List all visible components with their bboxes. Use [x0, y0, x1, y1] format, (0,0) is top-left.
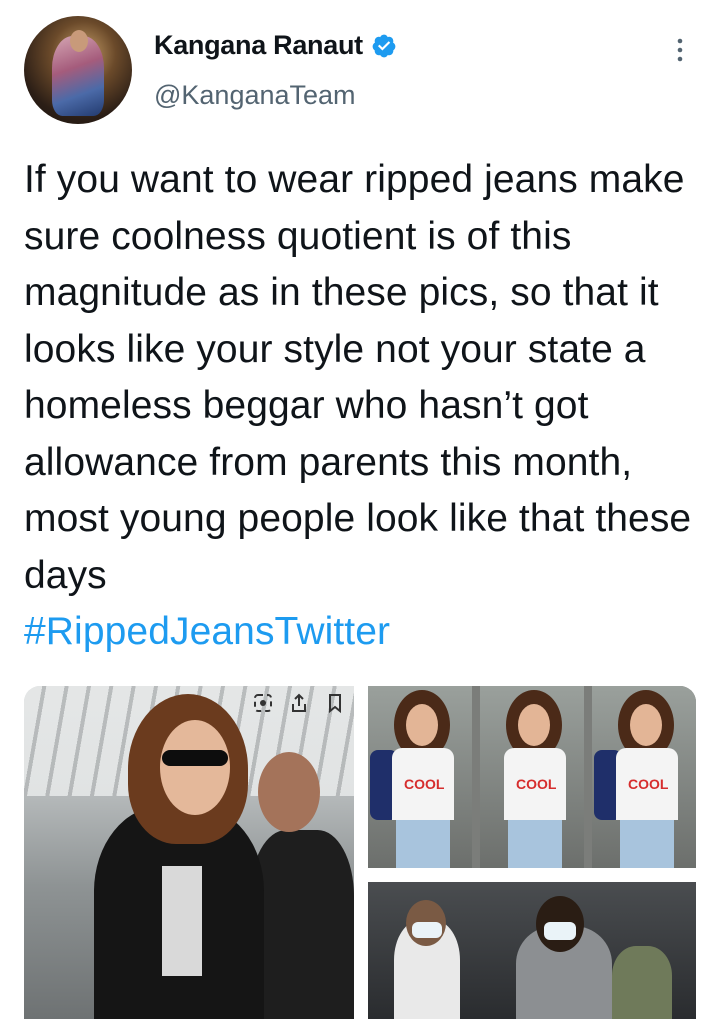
- share-icon[interactable]: [288, 692, 310, 714]
- author-display-name[interactable]: Kangana Ranaut: [154, 30, 363, 61]
- tweet-body: If you want to wear ripped jeans make su…: [24, 152, 704, 661]
- photo-1-man-body: [250, 830, 354, 1019]
- tee-print: COOL: [516, 776, 557, 792]
- tweet-text: If you want to wear ripped jeans make su…: [24, 158, 692, 597]
- bookmark-icon[interactable]: [324, 692, 346, 714]
- avatar-face: [70, 30, 88, 52]
- photo-2-panel-3: COOL: [592, 686, 696, 868]
- photo-1-face: [160, 720, 230, 815]
- verified-badge-icon: [372, 34, 396, 57]
- tee-print: COOL: [404, 776, 445, 792]
- author-handle[interactable]: @KanganaTeam: [154, 80, 356, 111]
- photo-1-sunglasses: [162, 750, 228, 766]
- lens-icon[interactable]: [252, 692, 274, 714]
- photo-3[interactable]: [368, 882, 696, 1019]
- face: [406, 704, 438, 746]
- photo-toolbar: [252, 692, 346, 714]
- photo-2-panel-1: COOL: [368, 686, 472, 868]
- photo-1-shirt: [162, 866, 202, 976]
- jeans: [620, 820, 674, 868]
- jeans: [508, 820, 562, 868]
- face: [630, 704, 662, 746]
- tee-print: COOL: [628, 776, 669, 792]
- author-avatar[interactable]: [24, 16, 132, 124]
- author-name-row: Kangana Ranaut: [154, 30, 397, 61]
- face-mask: [544, 922, 576, 940]
- photo-2-panel-2: COOL: [480, 686, 584, 868]
- face-mask: [412, 922, 442, 938]
- media-grid: COOL COOL COOL: [24, 686, 696, 1019]
- hashtag-link[interactable]: #RippedJeansTwitter: [24, 610, 390, 653]
- face: [518, 704, 550, 746]
- photo-2[interactable]: COOL COOL COOL: [368, 686, 696, 868]
- photo-1[interactable]: [24, 686, 354, 1019]
- photo-1-man-head: [258, 752, 320, 832]
- photo-3-person-right: [612, 946, 672, 1019]
- jeans: [396, 820, 450, 868]
- more-vertical-icon[interactable]: [666, 36, 694, 64]
